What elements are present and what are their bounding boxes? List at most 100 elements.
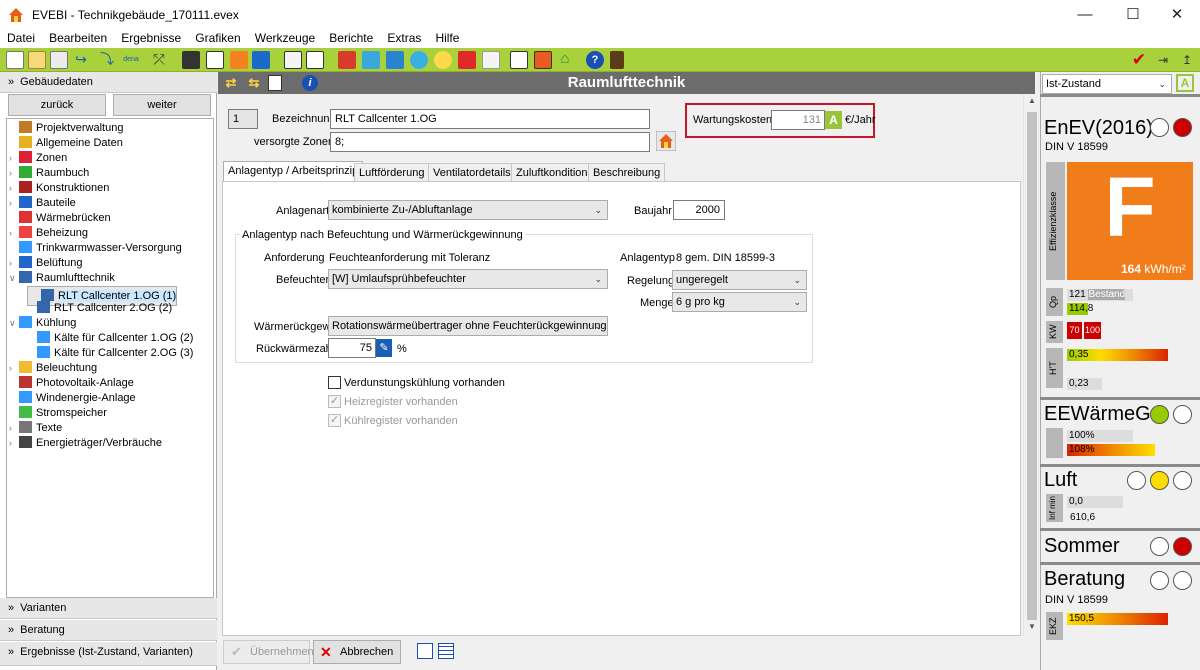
chevron-down-icon[interactable]: ∨ bbox=[9, 271, 19, 286]
house-icon[interactable]: ⌂ bbox=[556, 51, 574, 69]
tree-item[interactable]: › Zonen bbox=[9, 151, 67, 166]
tab-zuluftkondition[interactable]: Zuluftkondition bbox=[511, 163, 593, 182]
arrows-left-icon[interactable]: ⇆ bbox=[245, 74, 263, 92]
chevron-right-icon[interactable]: › bbox=[9, 436, 19, 451]
tree-item[interactable]: Projektverwaltung bbox=[9, 121, 123, 136]
scroll-thumb[interactable] bbox=[1027, 112, 1037, 620]
wartung-input[interactable]: 131 bbox=[771, 110, 825, 130]
minimize-button[interactable]: — bbox=[1062, 0, 1108, 30]
tree-item[interactable]: Kälte für Callcenter 2.OG (3) bbox=[27, 346, 193, 361]
tree-item[interactable]: › Raumbuch bbox=[9, 166, 89, 181]
tree-item[interactable]: › Bauteile bbox=[9, 196, 76, 211]
tree-item[interactable]: › Konstruktionen bbox=[9, 181, 109, 196]
befeuchter-select[interactable]: [W] Umlaufsprühbefeuchter ⌄ bbox=[328, 269, 608, 289]
menu-datei[interactable]: Datei bbox=[7, 30, 35, 46]
tree-item[interactable]: Windenergie-Anlage bbox=[9, 391, 136, 406]
chevron-right-icon[interactable]: › bbox=[9, 256, 19, 271]
tree-item[interactable]: Kälte für Callcenter 1.OG (2) bbox=[27, 331, 193, 346]
state-select[interactable]: Ist-Zustand ⌄ bbox=[1042, 74, 1172, 94]
form-view-icon[interactable] bbox=[417, 643, 433, 659]
tree-item[interactable]: RLT Callcenter 2.OG (2) bbox=[27, 301, 172, 316]
search-icon[interactable] bbox=[386, 51, 404, 69]
report-icon[interactable] bbox=[510, 51, 528, 69]
chart-icon[interactable]: ↥ bbox=[1178, 51, 1196, 69]
tree-item[interactable]: › Beheizung bbox=[9, 226, 88, 241]
chevron-right-icon[interactable]: › bbox=[9, 196, 19, 211]
zonen-input[interactable]: 8; bbox=[330, 132, 650, 152]
arrow-blue-icon[interactable] bbox=[252, 51, 270, 69]
tab-anlagentyp[interactable]: Anlagentyp / Arbeitsprinzip bbox=[223, 161, 364, 182]
menu-bearbeiten[interactable]: Bearbeiten bbox=[49, 30, 107, 46]
tree-item[interactable]: › Beleuchtung bbox=[9, 361, 97, 376]
vertical-scrollbar[interactable]: ▲ ▼ bbox=[1023, 94, 1040, 636]
list-icon[interactable] bbox=[306, 51, 324, 69]
grid-icon[interactable] bbox=[362, 51, 380, 69]
chevron-right-icon[interactable]: › bbox=[9, 166, 19, 181]
doc-icon[interactable] bbox=[482, 51, 500, 69]
menu-hilfe[interactable]: Hilfe bbox=[435, 30, 459, 46]
auto-badge[interactable]: A bbox=[825, 111, 842, 129]
tree-item[interactable]: Wärmebrücken bbox=[9, 211, 111, 226]
regelung-select[interactable]: ungeregelt ⌄ bbox=[672, 270, 807, 290]
tree-item[interactable]: › Belüftung bbox=[9, 256, 82, 271]
copy-icon[interactable] bbox=[50, 51, 68, 69]
tree-item[interactable]: › Energieträger/Verbräuche bbox=[9, 436, 162, 451]
scroll-up-icon[interactable]: ▲ bbox=[1028, 96, 1036, 105]
kuehlregister-checkbox[interactable]: ✓ bbox=[328, 414, 341, 427]
menu-extras[interactable]: Extras bbox=[387, 30, 421, 46]
structure-icon[interactable] bbox=[284, 51, 302, 69]
tab-luftfoerderung[interactable]: Luftförderung bbox=[354, 163, 430, 182]
tree-item[interactable]: ∨ Kühlung bbox=[9, 316, 76, 331]
back-button[interactable]: zurück bbox=[8, 94, 106, 116]
section-gebaeudedaten[interactable]: » Gebäudedaten bbox=[0, 72, 217, 93]
section-varianten[interactable]: » Varianten bbox=[0, 598, 217, 619]
forward-button[interactable]: weiter bbox=[113, 94, 211, 116]
power-icon[interactable] bbox=[458, 51, 476, 69]
wrg-select[interactable]: Rotationswärmeübertrager ohne Feuchterüc… bbox=[328, 316, 608, 336]
tree-item[interactable]: › Texte bbox=[9, 421, 62, 436]
image-icon[interactable] bbox=[534, 51, 552, 69]
chevron-down-icon[interactable]: ∨ bbox=[9, 316, 19, 331]
chevron-right-icon[interactable]: › bbox=[9, 421, 19, 436]
arrows-icon[interactable]: ⇄ bbox=[222, 74, 240, 92]
baujahr-input[interactable]: 2000 bbox=[673, 200, 725, 220]
open-icon[interactable] bbox=[28, 51, 46, 69]
table-view-icon[interactable] bbox=[438, 643, 454, 659]
state-badge[interactable]: A bbox=[1176, 74, 1194, 92]
anlagenart-select[interactable]: kombinierte Zu-/Abluftanlage ⌄ bbox=[328, 200, 608, 220]
tree-item[interactable]: ∨ Raumlufttechnik bbox=[9, 271, 115, 286]
calc-icon[interactable] bbox=[610, 51, 624, 69]
tree-item[interactable]: Trinkwarmwasser-Versorgung bbox=[9, 241, 182, 256]
arrow-orange-icon[interactable] bbox=[230, 51, 248, 69]
edit-pencil-icon[interactable]: ✎ bbox=[376, 339, 392, 357]
zone-select-icon[interactable] bbox=[656, 131, 676, 151]
copy-record-icon[interactable] bbox=[268, 75, 282, 91]
import-icon[interactable]: ↪ bbox=[72, 51, 90, 69]
tab-beschreibung[interactable]: Beschreibung bbox=[588, 163, 666, 182]
chevron-right-icon[interactable]: › bbox=[9, 226, 19, 241]
menu-grafiken[interactable]: Grafiken bbox=[195, 30, 240, 46]
menge-select[interactable]: 6 g pro kg ⌄ bbox=[672, 292, 807, 312]
bezeichnung-input[interactable]: RLT Callcenter 1.OG bbox=[330, 109, 650, 129]
apply-button[interactable]: ✔ Übernehmen bbox=[223, 640, 314, 664]
building-icon[interactable] bbox=[182, 51, 200, 69]
sun-icon[interactable] bbox=[434, 51, 452, 69]
heizregister-checkbox[interactable]: ✓ bbox=[328, 395, 341, 408]
chevron-right-icon[interactable]: › bbox=[9, 181, 19, 196]
menu-berichte[interactable]: Berichte bbox=[329, 30, 373, 46]
maximize-button[interactable]: ☐ bbox=[1110, 0, 1156, 30]
wand-icon[interactable]: ⤱ bbox=[150, 51, 168, 69]
section-beratung[interactable]: » Beratung bbox=[0, 620, 217, 641]
tree-icon[interactable] bbox=[206, 51, 224, 69]
tab-ventilatordetails[interactable]: Ventilatordetails bbox=[428, 163, 516, 182]
scroll-down-icon[interactable]: ▼ bbox=[1028, 622, 1036, 631]
cancel-button[interactable]: ✕ Abbrechen bbox=[313, 640, 401, 664]
chevron-right-icon[interactable]: › bbox=[9, 361, 19, 376]
info-icon[interactable]: i bbox=[302, 75, 318, 91]
verdunstung-checkbox[interactable] bbox=[328, 376, 341, 389]
new-icon[interactable] bbox=[6, 51, 24, 69]
dena-icon[interactable]: dena bbox=[120, 51, 142, 69]
help-icon[interactable]: ? bbox=[586, 51, 604, 69]
rueck-input[interactable]: 75 bbox=[328, 338, 376, 358]
fan-icon[interactable] bbox=[410, 51, 428, 69]
